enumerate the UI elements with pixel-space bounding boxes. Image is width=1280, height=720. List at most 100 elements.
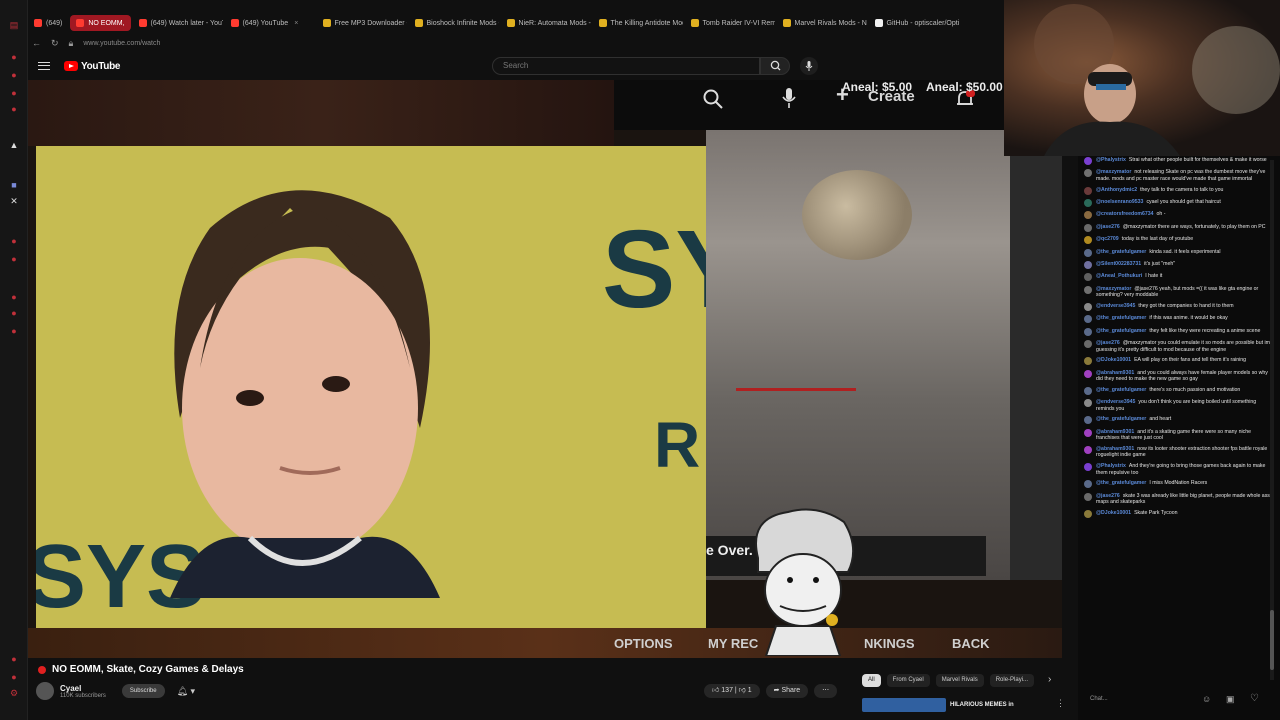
chat-avatar[interactable]: [1084, 169, 1092, 178]
chat-avatar[interactable]: [1084, 510, 1092, 519]
chat-username[interactable]: @Silent002283731: [1096, 261, 1141, 267]
hamburger-menu-icon[interactable]: [38, 62, 50, 70]
chat-avatar[interactable]: [1084, 236, 1092, 245]
chat-avatar[interactable]: [1084, 428, 1092, 437]
search-button[interactable]: [760, 57, 790, 75]
chat-scrollbar[interactable]: [1270, 160, 1274, 680]
like-button[interactable]: 👍︎ 137 | 👎︎ 1: [704, 684, 760, 698]
chat-username[interactable]: @maxzymator: [1096, 169, 1131, 175]
browser-tab[interactable]: (649): [28, 15, 68, 31]
super-chat-icon[interactable]: ▣: [1226, 694, 1235, 705]
sidebar-app-icon[interactable]: ●: [9, 104, 19, 114]
chat-avatar[interactable]: [1084, 357, 1092, 366]
video-player[interactable]: + Create Aneal: $5.00 Aneal: $50.00 SY R…: [28, 80, 1062, 658]
browser-tab[interactable]: Free MP3 Downloader - ...×: [317, 15, 407, 31]
sidebar-app-icon[interactable]: ●: [9, 70, 19, 80]
channel-name[interactable]: Cyael: [60, 684, 106, 693]
chat-username[interactable]: @qc2709: [1096, 236, 1119, 242]
chat-username[interactable]: @maxzymator: [1096, 286, 1131, 292]
sidebar-app-icon[interactable]: ●: [9, 308, 19, 318]
tab-close-icon[interactable]: ×: [294, 20, 298, 27]
sidebar-app-icon[interactable]: ●: [9, 292, 19, 302]
chat-avatar[interactable]: [1084, 492, 1092, 501]
sidebar-app-icon[interactable]: ●: [9, 326, 19, 336]
filter-chip[interactable]: Role-Playi...: [989, 674, 1035, 687]
filter-chip[interactable]: From Cyael: [886, 674, 930, 687]
chat-username[interactable]: @abraham9301: [1096, 429, 1134, 435]
channel-avatar[interactable]: [36, 682, 54, 700]
search-input[interactable]: Search: [492, 57, 760, 75]
recommended-title[interactable]: HILARIOUS MEMES in: [950, 702, 1014, 708]
chat-username[interactable]: @endverse3945: [1096, 399, 1135, 405]
chat-username[interactable]: @Aneal_Pothukuri: [1096, 273, 1142, 279]
heart-icon[interactable]: ♡: [1250, 693, 1259, 704]
more-actions-icon[interactable]: ⋯: [814, 684, 838, 698]
chat-avatar[interactable]: [1084, 446, 1092, 455]
chat-username[interactable]: @the_gratefulgamer: [1096, 328, 1146, 334]
chat-avatar[interactable]: [1084, 198, 1092, 207]
chat-avatar[interactable]: [1084, 463, 1092, 472]
chat-avatar[interactable]: [1084, 340, 1092, 349]
sidebar-app-icon[interactable]: ●: [9, 654, 19, 664]
browser-tab[interactable]: GitHub - optiscaler/Opti...×: [869, 15, 959, 31]
chat-username[interactable]: @jase276: [1096, 224, 1120, 230]
chat-avatar[interactable]: [1084, 223, 1092, 232]
address-bar[interactable]: ← ↻ 🔒︎ www.youtube.com/watch: [28, 34, 1004, 52]
browser-tab[interactable]: (649) Watch later - YouT...×: [133, 15, 223, 31]
filter-chip[interactable]: All: [862, 674, 881, 687]
reload-icon[interactable]: ↻: [51, 38, 59, 49]
chat-username[interactable]: @the_gratefulgamer: [1096, 249, 1146, 255]
chat-username[interactable]: @the_gratefulgamer: [1096, 315, 1146, 321]
subscribe-button[interactable]: Subscribe: [121, 684, 165, 698]
chat-username[interactable]: @the_gratefulgamer: [1096, 387, 1146, 393]
notification-bell-icon[interactable]: 🔔︎ ▾: [177, 686, 195, 697]
settings-icon[interactable]: ⚙: [9, 688, 19, 698]
chat-username[interactable]: @endverse3945: [1096, 303, 1135, 309]
chat-avatar[interactable]: [1084, 260, 1092, 269]
voice-search-button[interactable]: [800, 57, 818, 75]
filter-chip[interactable]: Marvel Rivals: [935, 674, 984, 687]
browser-menu-icon[interactable]: ▤: [9, 20, 19, 30]
chat-avatar[interactable]: [1084, 399, 1092, 408]
chat-username[interactable]: @the_gratefulgamer: [1096, 480, 1146, 486]
chat-avatar[interactable]: [1084, 302, 1092, 311]
url-text[interactable]: www.youtube.com/watch: [83, 40, 160, 47]
chat-username[interactable]: @Anthonydmic2: [1096, 187, 1137, 193]
chat-username[interactable]: @abraham9301: [1096, 446, 1134, 452]
browser-tab[interactable]: NieR: Automata Mods - ...×: [501, 15, 591, 31]
chat-username[interactable]: @creatorsfreedom6734: [1096, 211, 1154, 217]
browser-tab[interactable]: Bioshock Infinite Mods - ...×: [409, 15, 499, 31]
sidebar-app-icon[interactable]: ●: [9, 88, 19, 98]
x-icon[interactable]: ✕: [9, 196, 19, 206]
recommended-thumbnail[interactable]: [862, 698, 946, 712]
chat-avatar[interactable]: [1084, 327, 1092, 336]
sidebar-app-icon[interactable]: ●: [9, 236, 19, 246]
share-button[interactable]: ➦ Share: [765, 684, 809, 698]
chat-avatar[interactable]: [1084, 369, 1092, 378]
chat-avatar[interactable]: [1084, 285, 1092, 294]
youtube-logo[interactable]: YouTube: [64, 61, 121, 72]
sidebar-arrow-icon[interactable]: ▲: [9, 140, 19, 150]
chat-username[interactable]: @noelsenrano9533: [1096, 199, 1143, 205]
browser-tab[interactable]: The Killing Antidote Mods ...×: [593, 15, 683, 31]
chat-avatar[interactable]: [1084, 211, 1092, 220]
browser-tab[interactable]: Tomb Raider IV-VI Remas...×: [685, 15, 775, 31]
sidebar-chat-icon[interactable]: ■: [9, 180, 19, 190]
chat-username[interactable]: @DJoke10001: [1096, 357, 1131, 363]
chat-username[interactable]: @the_gratefulgamer: [1096, 416, 1146, 422]
recommended-video[interactable]: HILARIOUS MEMES in: [862, 698, 1014, 712]
emoji-icon[interactable]: ☺: [1202, 694, 1211, 704]
chat-username[interactable]: @Phalystrix: [1096, 157, 1126, 163]
chat-username[interactable]: @abraham9301: [1096, 370, 1134, 376]
chat-avatar[interactable]: [1084, 186, 1092, 195]
chat-avatar[interactable]: [1084, 416, 1092, 425]
back-icon[interactable]: ←: [32, 38, 41, 48]
chat-username[interactable]: @jase276: [1096, 340, 1120, 346]
browser-tab[interactable]: Marvel Rivals Mods - Nex...×: [777, 15, 867, 31]
chat-avatar[interactable]: [1084, 386, 1092, 395]
chat-avatar[interactable]: [1084, 273, 1092, 282]
chat-username[interactable]: @DJoke10001: [1096, 510, 1131, 516]
browser-tab[interactable]: (649) YouTube ×: [225, 15, 315, 31]
chat-avatar[interactable]: [1084, 248, 1092, 257]
sidebar-app-icon[interactable]: ●: [9, 672, 19, 682]
